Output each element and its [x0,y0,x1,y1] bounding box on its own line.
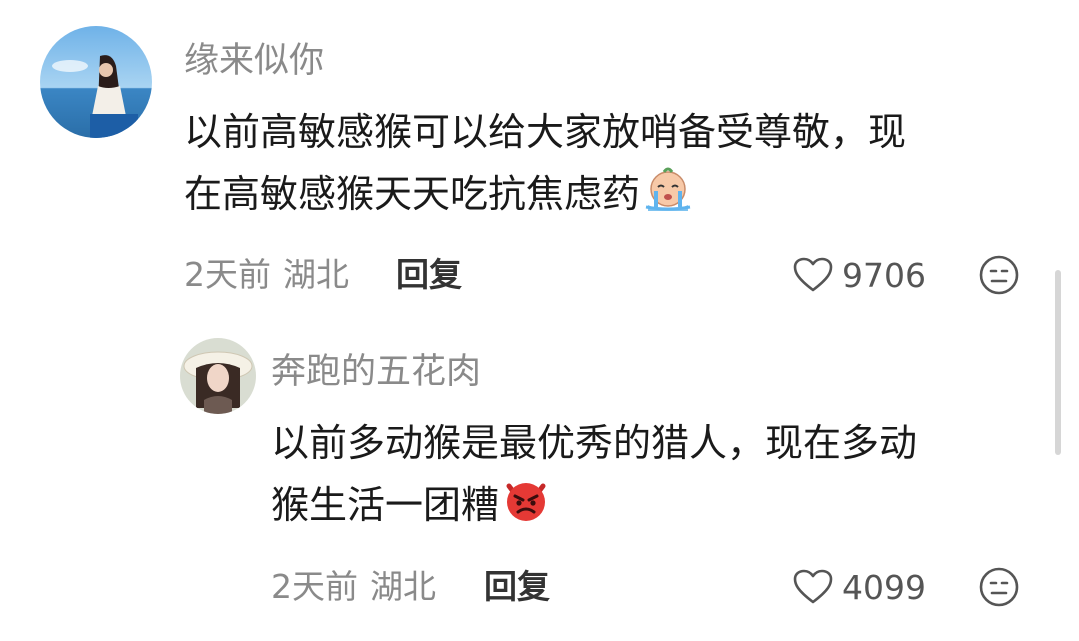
heart-icon [793,569,833,604]
dislike-button[interactable] [978,254,1020,296]
neutral-face-icon [979,255,1019,295]
avatar[interactable] [180,338,256,414]
angry-devil-emoji [501,474,551,542]
comment-text-line-text: 猴生活一团糟 [271,483,500,527]
neutral-face-icon [979,567,1019,607]
dislike-button[interactable] [978,566,1020,608]
comment-text-line: 以前高敏感猴可以给大家放哨备受尊敬，现 [184,110,907,154]
avatar[interactable] [40,26,152,138]
comment-text-line-text: 在高敏感猴天天吃抗焦虑药 [184,172,641,216]
comment-time: 2天前 [184,255,271,294]
username[interactable]: 奔跑的五花肉 [271,351,481,393]
username[interactable]: 缘来似你 [184,40,324,82]
comment-location: 湖北 [370,567,436,606]
comment-text-line: 在高敏感猴天天吃抗焦虑药 [184,163,906,231]
crying-face-emoji [642,165,694,231]
comment-text-line: 以前多动猴是最优秀的猎人，现在多动 [271,421,918,465]
heart-icon [793,257,833,292]
comment-location: 湖北 [283,255,349,294]
like-button[interactable]: 9706 [792,255,926,295]
comment-time: 2天前 [271,567,358,606]
woman-by-sea-avatar-image [40,26,152,138]
comment-text: 以前多动猴是最优秀的猎人，现在多动 猴生活一团糟 [271,412,917,542]
reply-button[interactable]: 回复 [396,255,462,295]
like-count: 4099 [842,567,926,607]
comment-text-line: 猴生活一团糟 [271,474,917,542]
reply-button[interactable]: 回复 [484,567,550,607]
scrollbar[interactable] [1055,270,1061,455]
woman-with-hat-avatar-image [180,338,256,414]
comment-text: 以前高敏感猴可以给大家放哨备受尊敬，现 在高敏感猴天天吃抗焦虑药 [184,101,906,231]
comment-meta: 2天前 湖北 [271,567,436,607]
like-count: 9706 [842,255,926,295]
comment-meta: 2天前 湖北 [184,255,349,295]
comment-list: 缘来似你 以前高敏感猴可以给大家放哨备受尊敬，现 在高敏感猴天天吃抗焦虑药 2天… [0,0,1079,641]
like-button[interactable]: 4099 [792,567,926,607]
